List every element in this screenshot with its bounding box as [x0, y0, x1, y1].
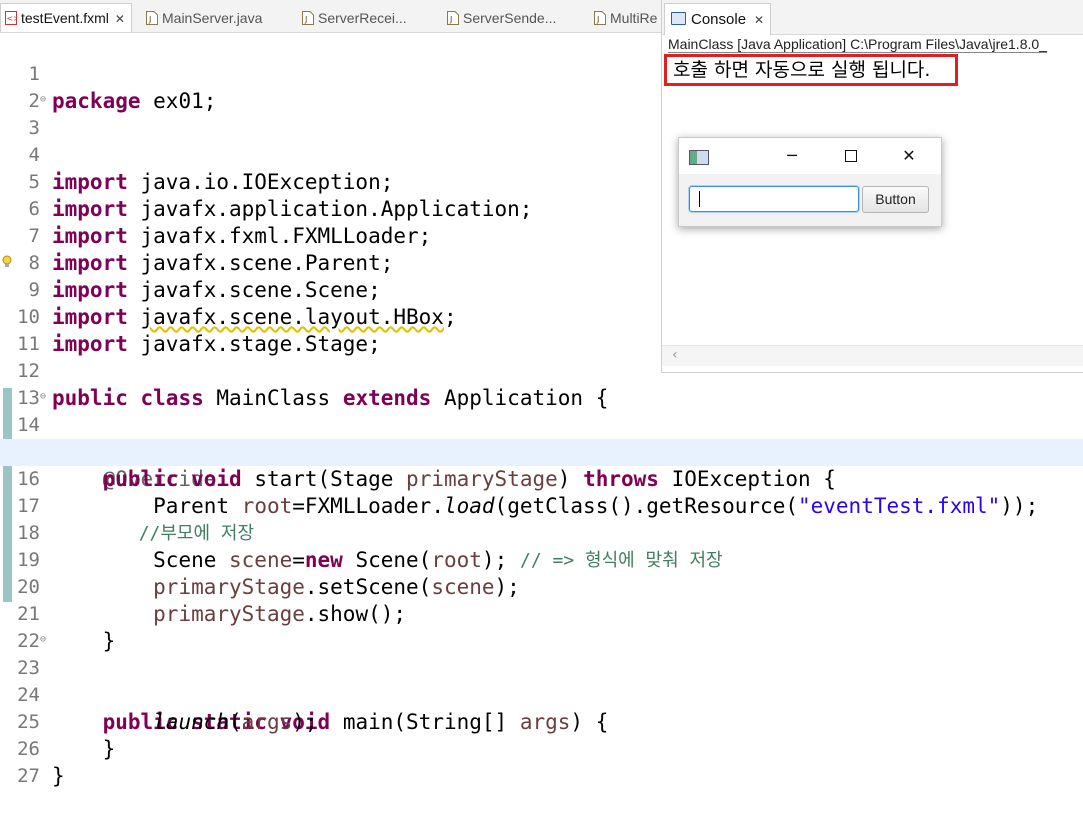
- tab-label: MultiRe: [610, 10, 658, 26]
- java-file-icon: J: [594, 6, 606, 25]
- javafx-window: ─ ✕ Button: [678, 137, 942, 227]
- close-icon[interactable]: ✕: [115, 12, 125, 26]
- fold-collapse-icon[interactable]: ⊖: [40, 95, 49, 105]
- app-window-icon: [689, 150, 709, 165]
- tab-label: MainServer.java: [162, 10, 263, 26]
- code-line: 23 ⊖ public static void main(String[] ar…: [0, 628, 1083, 735]
- code-line: 19 primaryStage.setScene(scene);: [0, 520, 1083, 599]
- code-line: 25 }: [0, 682, 1083, 761]
- code-line: 18 Scene scene=new Scene(root);: [0, 493, 1083, 572]
- window-title-bar[interactable]: ─ ✕: [679, 138, 941, 174]
- fx-button[interactable]: Button: [862, 186, 929, 213]
- console-output-highlighted: 호출 하면 자동으로 실행 됩니다.: [664, 54, 958, 86]
- svg-text:J: J: [449, 15, 452, 24]
- svg-text:J: J: [148, 15, 151, 24]
- line-number: 27: [17, 765, 40, 787]
- java-file-icon: J: [146, 6, 158, 25]
- code-line: 20 primaryStage.show();: [0, 547, 1083, 626]
- tab-serverreceiver-java[interactable]: J ServerRecei...: [302, 4, 407, 32]
- console-tab-bar: Console ✕: [662, 0, 1083, 35]
- maximize-button[interactable]: [836, 144, 866, 168]
- svg-text:J: J: [304, 15, 307, 24]
- code-line: 21 }: [0, 574, 1083, 653]
- console-process-description: MainClass [Java Application] C:\Program …: [668, 36, 1047, 53]
- text-caret: [699, 191, 700, 207]
- console-horizontal-scrollbar[interactable]: ‹: [662, 345, 1083, 366]
- maximize-icon: [845, 150, 857, 162]
- code-line: 24 launch(args);: [0, 655, 1083, 734]
- console-monitor-icon: [671, 12, 686, 25]
- editor-tab-bar: <> testEvent.fxml ✕ J MainServer.java J S…: [0, 0, 662, 33]
- fxml-file-icon: <>: [5, 6, 20, 25]
- code-line: 26 }: [0, 709, 1083, 788]
- code-line-current: 16 Parent root=FXMLLoader.load(getClass(…: [0, 439, 1083, 518]
- code-line: 22: [0, 601, 1083, 652]
- tab-console[interactable]: Console ✕: [664, 3, 772, 35]
- minimize-button[interactable]: ─: [777, 144, 807, 168]
- tab-testevent-fxml[interactable]: <> testEvent.fxml ✕: [0, 3, 132, 32]
- scroll-left-icon[interactable]: ‹: [672, 347, 678, 363]
- tab-multire-java[interactable]: J MultiRe: [594, 4, 657, 32]
- svg-text:<>: <>: [7, 14, 18, 23]
- tab-label: testEvent.fxml: [21, 10, 109, 26]
- tab-mainserver-java[interactable]: J MainServer.java: [146, 4, 262, 32]
- code-line: 27: [0, 736, 1083, 787]
- code-line: 15 public void start(Stage primaryStage)…: [0, 412, 1083, 491]
- tab-label: ServerSende...: [463, 10, 557, 26]
- tab-serversender-java[interactable]: J ServerSende...: [447, 4, 556, 32]
- code-line: 17 //부모에 저장 // => 형식에 맞춰 저장: [0, 466, 1083, 571]
- fold-collapse-icon[interactable]: ⊖: [40, 392, 49, 402]
- window-close-button[interactable]: ✕: [894, 144, 924, 168]
- close-icon[interactable]: ✕: [754, 13, 764, 27]
- fold-collapse-icon[interactable]: ⊖: [40, 635, 49, 645]
- svg-text:J: J: [596, 15, 599, 24]
- java-file-icon: J: [447, 6, 459, 25]
- tab-label: ServerRecei...: [318, 10, 407, 26]
- java-file-icon: J: [302, 6, 314, 25]
- code-line: 14 ⊖ @Override: [0, 385, 1083, 492]
- tab-label: Console: [691, 11, 747, 28]
- text-input[interactable]: [689, 186, 859, 212]
